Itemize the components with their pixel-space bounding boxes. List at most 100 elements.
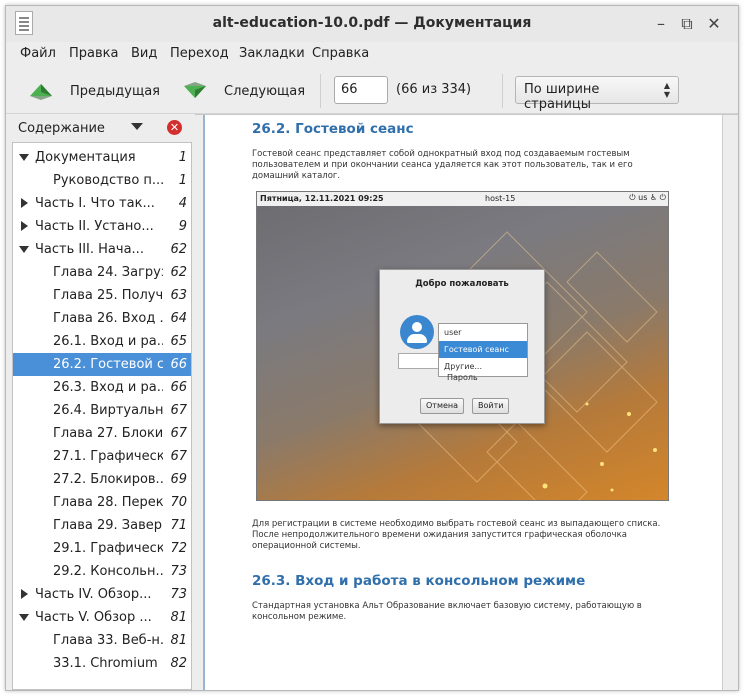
user-dropdown: user Гостевой сеанс Другие... bbox=[438, 323, 528, 377]
tree-item[interactable]: Глава 26. Вход ... 64 bbox=[13, 307, 191, 330]
tree-item-page: 62 bbox=[170, 265, 187, 280]
tree-item[interactable]: Документация 1 bbox=[13, 146, 191, 169]
next-page-button[interactable]: Следующая bbox=[182, 77, 305, 105]
menu-bar: Файл Правка Вид Переход Закладки Справка bbox=[6, 42, 738, 68]
tree-item-label: 33.1. Chromium bbox=[53, 656, 158, 671]
zoom-select[interactable]: По ширине страницы ▲ ▼ bbox=[515, 76, 679, 112]
chevron-down-icon[interactable] bbox=[131, 123, 143, 130]
arrow-up-icon bbox=[30, 84, 52, 100]
menu-go[interactable]: Переход bbox=[170, 46, 229, 61]
tree-item[interactable]: 29.1. Графическ... 72 bbox=[13, 537, 191, 560]
tree-item[interactable]: 27.2. Блокиров... 69 bbox=[13, 468, 191, 491]
tree-item[interactable]: 27.1. Графическ... 67 bbox=[13, 445, 191, 468]
tree-item[interactable]: Глава 24. Загруз... 62 bbox=[13, 261, 191, 284]
tree-item-page: 71 bbox=[170, 518, 187, 533]
select-arrows-icon: ▲ ▼ bbox=[663, 81, 670, 99]
tree-item[interactable]: Часть IV. Обзор... 73 bbox=[13, 583, 191, 606]
tree-item-label: Глава 29. Завер... bbox=[53, 518, 163, 533]
tree-item-page: 67 bbox=[170, 426, 187, 441]
expander-down-icon[interactable] bbox=[19, 614, 29, 621]
tree-item-label: 26.1. Вход и ра... bbox=[53, 334, 163, 349]
tree-item-label: Документация bbox=[35, 150, 136, 165]
tree-item-page: 66 bbox=[170, 357, 187, 372]
close-sidebar-icon[interactable]: ✕ bbox=[167, 120, 182, 135]
sidebar: Содержание ✕ Документация 1 Руководство п.… bbox=[6, 114, 192, 690]
password-field bbox=[398, 353, 442, 369]
menu-edit[interactable]: Правка bbox=[69, 46, 118, 61]
menu-view[interactable]: Вид bbox=[131, 46, 157, 61]
tree-item-label: Часть II. Устано... bbox=[35, 219, 154, 234]
toolbar: Предыдущая Следующая 66 (66 из 334) По ш… bbox=[6, 68, 738, 114]
close-button[interactable]: ✕ bbox=[704, 14, 724, 34]
menu-bookmarks[interactable]: Закладки bbox=[239, 46, 305, 61]
tree-item-page: 1 bbox=[178, 150, 187, 165]
section-heading: 26.3. Вход и работа в консольном режиме bbox=[252, 573, 586, 589]
tree-item[interactable]: Часть V. Обзор ... 81 bbox=[13, 606, 191, 629]
tree-item-page: 4 bbox=[178, 196, 187, 211]
tree-item[interactable]: 26.3. Вход и ра... 66 bbox=[13, 376, 191, 399]
tree-item[interactable]: Глава 28. Перек... 70 bbox=[13, 491, 191, 514]
login-screenshot: Пятница, 12.11.2021 09:25 host-15 ⏻ us ♿… bbox=[256, 191, 669, 501]
tree-item-page: 9 bbox=[178, 219, 187, 234]
login-dialog: Добро пожаловать user Гостевой сеанс Дру… bbox=[379, 269, 545, 424]
tree-item-page: 73 bbox=[170, 587, 187, 602]
menu-file[interactable]: Файл bbox=[20, 46, 56, 61]
tree-item-page: 63 bbox=[170, 288, 187, 303]
tree-item-label: Руководство п... bbox=[53, 173, 163, 188]
tree-item[interactable]: 26.1. Вход и ра... 65 bbox=[13, 330, 191, 353]
zoom-value: По ширине страницы bbox=[524, 82, 600, 112]
app-window: alt-education-10.0.pdf — Документация – … bbox=[5, 5, 739, 691]
expander-right-icon[interactable] bbox=[21, 589, 28, 599]
tree-item-label: Часть V. Обзор ... bbox=[35, 610, 152, 625]
tree-item-page: 67 bbox=[170, 449, 187, 464]
login-button: Войти bbox=[472, 398, 510, 414]
tree-item[interactable]: Глава 29. Завер... 71 bbox=[13, 514, 191, 537]
tree-item[interactable]: Часть III. Нача... 62 bbox=[13, 238, 191, 261]
screenshot-tray: ⏻ us ♿ ⏻ bbox=[629, 193, 666, 202]
sidebar-title[interactable]: Содержание bbox=[18, 121, 105, 136]
tree-item[interactable]: Руководство п... 1 bbox=[13, 169, 191, 192]
screenshot-date: Пятница, 12.11.2021 09:25 bbox=[260, 194, 384, 203]
tree-item-page: 81 bbox=[170, 610, 187, 625]
tree-item-page: 67 bbox=[170, 403, 187, 418]
tree-item-page: 65 bbox=[170, 334, 187, 349]
previous-page-label: Предыдущая bbox=[70, 83, 160, 99]
expander-right-icon[interactable] bbox=[21, 221, 28, 231]
tree-item[interactable]: Глава 25. Получ... 63 bbox=[13, 284, 191, 307]
expander-down-icon[interactable] bbox=[19, 154, 29, 161]
expander-down-icon[interactable] bbox=[19, 246, 29, 253]
user-avatar-icon bbox=[400, 315, 434, 349]
tree-item-label: 26.4. Виртуальн... bbox=[53, 403, 163, 418]
previous-page-button[interactable]: Предыдущая bbox=[28, 77, 160, 105]
tree-item[interactable]: 29.2. Консольн... 73 bbox=[13, 560, 191, 583]
minimize-button[interactable]: – bbox=[651, 14, 671, 34]
document-page: 26.2. Гостевой сеанс Гостевой сеанс пред… bbox=[203, 115, 723, 690]
toolbar-separator bbox=[502, 74, 503, 108]
expander-right-icon[interactable] bbox=[21, 198, 28, 208]
maximize-button[interactable]: ⧉ bbox=[677, 14, 697, 34]
tree-item[interactable]: Глава 33. Веб-н... 81 bbox=[13, 629, 191, 652]
toolbar-separator bbox=[320, 74, 321, 108]
tree-item[interactable]: Часть I. Что так... 4 bbox=[13, 192, 191, 215]
paragraph: Гостевой сеанс представляет собой однокр… bbox=[252, 149, 633, 181]
tree-item-page: 62 bbox=[170, 242, 187, 257]
paragraph: Стандартная установка Альт Образование в… bbox=[252, 601, 642, 622]
document-area[interactable]: 26.2. Гостевой сеанс Гостевой сеанс пред… bbox=[195, 114, 738, 690]
tree-item-label: Часть III. Нача... bbox=[35, 242, 144, 257]
page-number-input[interactable]: 66 bbox=[334, 76, 388, 104]
tree-item[interactable]: 26.2. Гостевой с... 66 bbox=[13, 353, 191, 376]
tree-item[interactable]: 33.1. Chromium 82 bbox=[13, 652, 191, 675]
contents-tree[interactable]: Документация 1 Руководство п... 1 Часть I. Ч… bbox=[12, 142, 192, 690]
tree-item-page: 73 bbox=[170, 564, 187, 579]
tree-item[interactable]: 26.4. Виртуальн... 67 bbox=[13, 399, 191, 422]
tree-item-label: Часть IV. Обзор... bbox=[35, 587, 152, 602]
tree-item-page: 70 bbox=[170, 495, 187, 510]
screenshot-top-bar: Пятница, 12.11.2021 09:25 host-15 ⏻ us ♿… bbox=[257, 192, 668, 206]
tree-item[interactable]: Глава 27. Блоки... 67 bbox=[13, 422, 191, 445]
tree-item-label: Часть I. Что так... bbox=[35, 196, 155, 211]
tree-item[interactable]: Часть II. Устано... 9 bbox=[13, 215, 191, 238]
tree-item-label: 27.1. Графическ... bbox=[53, 449, 163, 464]
next-page-label: Следующая bbox=[224, 83, 306, 99]
title-bar[interactable]: alt-education-10.0.pdf — Документация – … bbox=[6, 6, 738, 42]
menu-help[interactable]: Справка bbox=[312, 46, 369, 61]
